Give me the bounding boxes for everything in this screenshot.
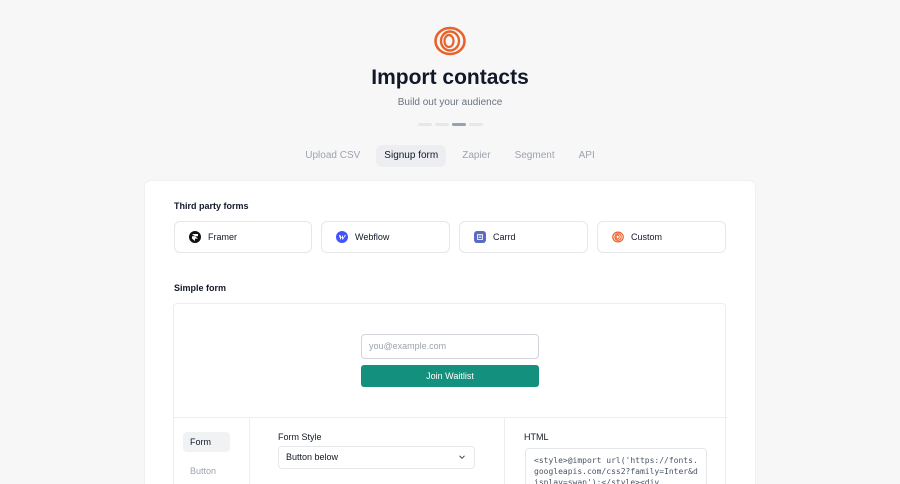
- framer-icon: [189, 231, 201, 243]
- tab-api[interactable]: API: [571, 145, 603, 167]
- import-method-tabs: Upload CSV Signup form Zapier Segment AP…: [0, 145, 900, 167]
- step-indicator-4: [469, 123, 483, 126]
- nav-item-button[interactable]: Button: [183, 461, 230, 481]
- carrd-option[interactable]: Carrd: [459, 221, 588, 253]
- webflow-option-label: Webflow: [355, 232, 390, 242]
- webflow-icon: [336, 231, 348, 243]
- third-party-forms-heading: Third party forms: [174, 201, 249, 211]
- chevron-down-icon: [459, 455, 465, 460]
- app-logo-icon: [434, 26, 466, 56]
- html-label: HTML: [524, 432, 549, 442]
- framer-option-label: Framer: [208, 232, 237, 242]
- webflow-option[interactable]: Webflow: [321, 221, 450, 253]
- carrd-option-label: Carrd: [493, 232, 516, 242]
- step-indicator-2: [435, 123, 449, 126]
- form-style-select[interactable]: Button below: [278, 446, 475, 469]
- custom-icon: [612, 231, 624, 243]
- signup-form-card: Third party forms Framer Webflow Carrd C…: [145, 181, 755, 484]
- step-indicator-1: [418, 123, 432, 126]
- email-input[interactable]: you@example.com: [361, 334, 539, 359]
- form-preview: you@example.com Join Waitlist: [174, 304, 727, 418]
- form-style-panel: Form Style Button below: [250, 418, 505, 484]
- step-indicator-3: [452, 123, 466, 126]
- page-subtitle: Build out your audience: [397, 97, 503, 108]
- simple-form-heading: Simple form: [174, 283, 227, 293]
- form-style-label: Form Style: [278, 432, 322, 442]
- html-code-box[interactable]: <style>@import url('https://fonts.google…: [525, 448, 707, 484]
- tab-zapier[interactable]: Zapier: [454, 145, 498, 167]
- form-style-value: Button below: [286, 452, 339, 462]
- tab-signup-form[interactable]: Signup form: [376, 145, 447, 167]
- carrd-icon: [474, 231, 486, 243]
- tab-segment[interactable]: Segment: [507, 145, 563, 167]
- join-waitlist-button[interactable]: Join Waitlist: [361, 365, 539, 387]
- nav-item-form[interactable]: Form: [183, 432, 230, 452]
- form-settings-nav: Form Button: [174, 418, 250, 484]
- custom-option[interactable]: Custom: [597, 221, 726, 253]
- simple-form-builder: you@example.com Join Waitlist Form Butto…: [173, 303, 727, 484]
- page-title: Import contacts: [371, 66, 529, 89]
- html-embed-panel: HTML <style>@import url('https://fonts.g…: [505, 418, 727, 484]
- tab-upload-csv[interactable]: Upload CSV: [297, 145, 368, 167]
- custom-option-label: Custom: [631, 232, 663, 242]
- framer-option[interactable]: Framer: [174, 221, 312, 253]
- step-progress: [418, 123, 483, 126]
